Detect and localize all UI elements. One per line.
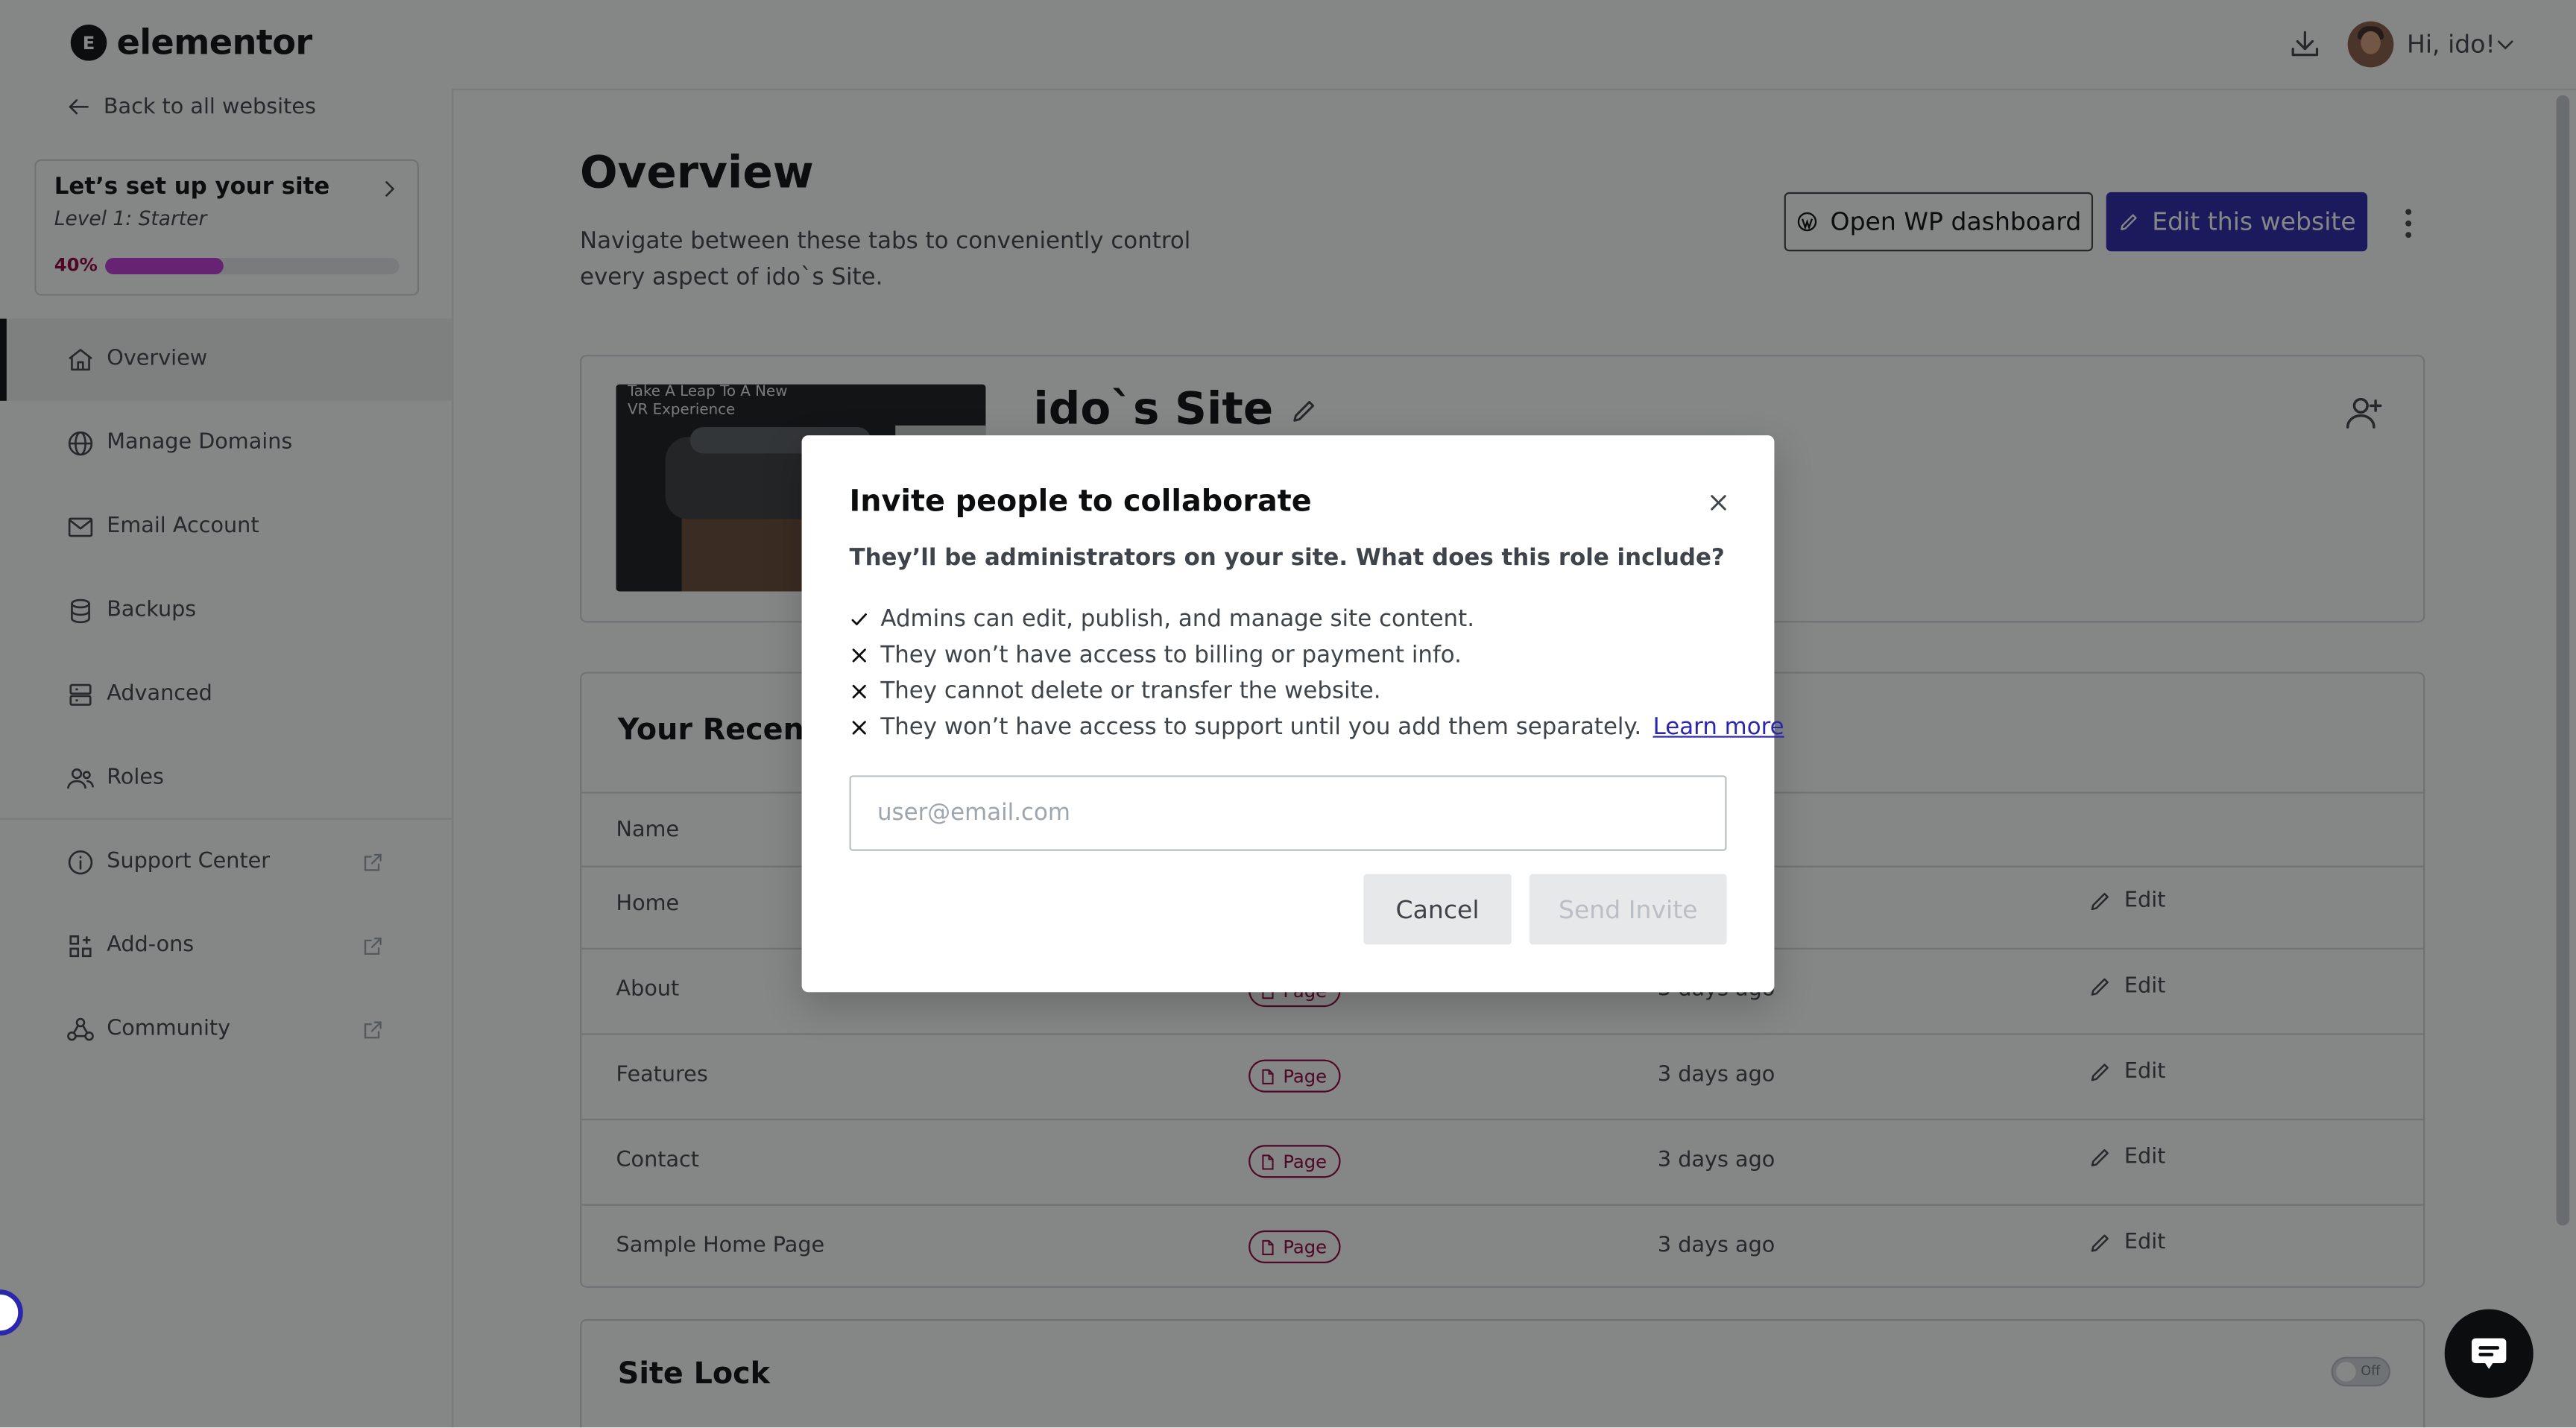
chat-icon [2472, 1338, 2507, 1369]
x-icon [852, 684, 866, 699]
dialog-title: Invite people to collaborate [849, 484, 1312, 519]
permission-item: They cannot delete or transfer the websi… [850, 678, 1381, 705]
permission-item: They won’t have access to billing or pay… [850, 642, 1462, 669]
invite-dialog: Invite people to collaborate They’ll be … [801, 435, 1784, 993]
permission-item: Admins can edit, publish, and manage sit… [850, 606, 1475, 633]
x-icon [852, 648, 866, 663]
permission-text: They won’t have access to billing or pay… [880, 642, 1462, 669]
learn-more-link[interactable]: Learn more [1653, 715, 1784, 741]
check-icon [851, 613, 867, 625]
permission-text: They won’t have access to support until … [880, 714, 1642, 742]
send-invite-button[interactable]: Send Invite [1530, 873, 1727, 945]
x-icon [852, 721, 866, 735]
dialog-subtitle: They’ll be administrators on your site. … [849, 545, 1725, 572]
email-input[interactable] [849, 775, 1727, 851]
permission-item: They won’t have access to support until … [850, 715, 1784, 741]
permission-text: Admins can edit, publish, and manage sit… [880, 606, 1475, 633]
chat-button[interactable] [2444, 1309, 2534, 1398]
cancel-button[interactable]: Cancel [1363, 873, 1512, 945]
permission-text: They cannot delete or transfer the websi… [880, 678, 1381, 705]
close-icon[interactable] [1705, 490, 1731, 516]
